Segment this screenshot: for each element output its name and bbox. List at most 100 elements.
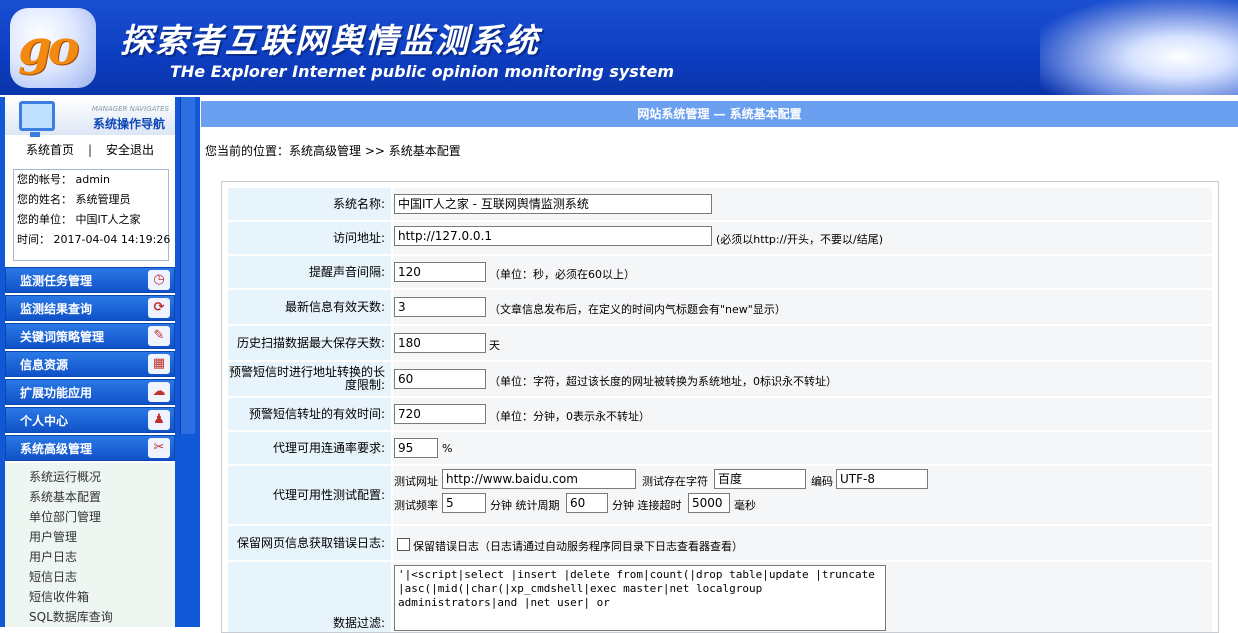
value-cell: 中国IT人之家 - 互联网舆情监测系统 [393, 188, 1212, 220]
label-proxy-test: 代理可用性测试配置: [228, 466, 391, 524]
edit-icon: ✎ [148, 326, 170, 346]
main-content: 网站系统管理 — 系统基本配置 您当前的位置：系统高级管理 >> 系统基本配置 … [201, 97, 1238, 633]
row-proxy-rate: 代理可用连通率要求: 95 % [228, 432, 1212, 464]
access-url-note: (必须以http://开头，不要以/结尾) [716, 233, 883, 246]
system-name-input[interactable]: 中国IT人之家 - 互联网舆情监测系统 [394, 194, 712, 214]
test-url-label: 测试网址 [394, 475, 438, 488]
menu-personal-center[interactable]: 个人中心 ♟ [5, 407, 175, 433]
row-keep-days: 历史扫描数据最大保存天数: 180 天 [228, 326, 1212, 360]
picture-icon: ▦ [148, 354, 170, 374]
label-valid-days: 最新信息有效天数: [228, 290, 391, 324]
go-logo: go [10, 8, 96, 88]
menu-label: 监测结果查询 [20, 302, 93, 316]
breadcrumb: 您当前的位置：系统高级管理 >> 系统基本配置 [205, 144, 461, 158]
data-filter-textarea[interactable]: '|<script|select |insert |delete from|co… [394, 565, 886, 631]
value-cell: 95 % [393, 432, 1212, 464]
menu-monitor-tasks[interactable]: 监测任务管理 ◷ [5, 267, 175, 293]
menu-label: 监测任务管理 [20, 274, 93, 288]
row-keep-error-log: 保留网页信息获取错误日志: 保留错误日志（日志请通过自动服务程序同目录下日志查看… [228, 526, 1212, 560]
menu-label: 系统高级管理 [20, 442, 93, 456]
keep-days-input[interactable]: 180 [394, 333, 486, 353]
label-keep-error-log: 保留网页信息获取错误日志: [228, 526, 391, 560]
nav-header: MANAGER NAVIGATES 系统操作导航 [5, 97, 175, 137]
submenu-item-overview[interactable]: 系统运行概况 [5, 467, 175, 487]
value-cell: http://127.0.0.1 (必须以http://开头，不要以/结尾) [393, 222, 1212, 254]
timeout-input[interactable]: 5000 [688, 493, 730, 513]
logout-link[interactable]: 安全退出 [106, 141, 154, 158]
refresh-icon: ⟳ [148, 298, 170, 318]
advanced-admin-submenu: 系统运行概况 系统基本配置 单位部门管理 用户管理 用户日志 短信日志 短信收件… [5, 463, 175, 627]
page-title: 网站系统管理 — 系统基本配置 [201, 101, 1238, 127]
keep-error-log-text: 保留错误日志（日志请通过自动服务程序同目录下日志查看器查看） [413, 540, 743, 553]
row-beep-interval: 提醒声音间隔: 120 （单位：秒，必须在60以上） [228, 256, 1212, 288]
sms-valid-time-input[interactable]: 720 [394, 404, 486, 424]
keep-days-unit: 天 [489, 339, 500, 352]
cloud-icon: ☁ [148, 382, 170, 402]
config-form: 系统名称: 中国IT人之家 - 互联网舆情监测系统 访问地址: http://1… [221, 181, 1219, 633]
test-string-input[interactable]: 百度 [714, 469, 806, 489]
sidebar-panel: MANAGER NAVIGATES 系统操作导航 系统首页 | 安全退出 您的帐号：… [5, 97, 175, 627]
user-unit: 您的单位： 中国IT人之家 [17, 213, 141, 226]
row-access-url: 访问地址: http://127.0.0.1 (必须以http://开头，不要以… [228, 222, 1212, 254]
app-header: go 探索者互联网舆情监测系统 THe Explorer Internet pu… [0, 0, 1238, 95]
sms-valid-time-note: （单位：分钟，0表示永不转址） [489, 410, 650, 423]
logo-text: go [18, 20, 80, 76]
submenu-item-departments[interactable]: 单位部门管理 [5, 507, 175, 527]
encoding-input[interactable]: UTF-8 [836, 469, 928, 489]
menu-advanced-admin[interactable]: 系统高级管理 ✂ [5, 435, 175, 461]
app-subtitle: THe Explorer Internet public opinion mon… [170, 62, 674, 81]
row-proxy-test: 代理可用性测试配置: 测试网址 http://www.baidu.com 测试存… [228, 466, 1212, 524]
submenu-item-basic-config[interactable]: 系统基本配置 [5, 487, 175, 507]
monitor-icon [19, 101, 55, 137]
period-label: 分钟 统计周期 [490, 499, 560, 512]
valid-days-input[interactable]: 3 [394, 297, 486, 317]
row-sms-valid-time: 预警短信转址的有效时间: 720 （单位：分钟，0表示永不转址） [228, 398, 1212, 430]
valid-days-note: （文章信息发布后，在定义的时间内气标题会有"new"显示） [489, 303, 786, 316]
row-system-name: 系统名称: 中国IT人之家 - 互联网舆情监测系统 [228, 188, 1212, 220]
value-cell: 保留错误日志（日志请通过自动服务程序同目录下日志查看器查看） [393, 526, 1212, 560]
test-frequency-input[interactable]: 5 [442, 493, 486, 513]
nav-caption-en: MANAGER NAVIGATES [91, 105, 169, 113]
proxy-rate-input[interactable]: 95 [394, 438, 438, 458]
sidebar-scrollbar[interactable] [180, 97, 195, 434]
proxy-rate-unit: % [442, 442, 453, 455]
label-data-filter: 数据过滤: [228, 562, 391, 632]
user-account: 您的帐号： admin [17, 173, 110, 186]
beep-interval-note: （单位：秒，必须在60以上） [489, 268, 635, 281]
test-frequency-label: 测试频率 [394, 499, 438, 512]
submenu-item-sms-log[interactable]: 短信日志 [5, 567, 175, 587]
encoding-label: 编码 [811, 475, 833, 488]
submenu-item-sql-query[interactable]: SQL数据库查询 [5, 607, 175, 627]
access-url-input[interactable]: http://127.0.0.1 [394, 226, 712, 246]
label-access-url: 访问地址: [228, 222, 391, 254]
menu-keyword-policy[interactable]: 关键词策略管理 ✎ [5, 323, 175, 349]
test-url-input[interactable]: http://www.baidu.com [442, 469, 636, 489]
label-keep-days: 历史扫描数据最大保存天数: [228, 326, 391, 360]
menu-info-resources[interactable]: 信息资源 ▦ [5, 351, 175, 377]
menu-monitor-results[interactable]: 监测结果查询 ⟳ [5, 295, 175, 321]
submenu-item-user-log[interactable]: 用户日志 [5, 547, 175, 567]
menu-label: 关键词策略管理 [20, 330, 105, 344]
menu-label: 信息资源 [20, 358, 69, 372]
submenu-item-users[interactable]: 用户管理 [5, 527, 175, 547]
menu-extensions[interactable]: 扩展功能应用 ☁ [5, 379, 175, 405]
row-data-filter: 数据过滤: '|<script|select |insert |delete f… [228, 562, 1212, 632]
row-sms-length: 预警短信时进行地址转换的长度限制: 60 （单位：字符，超过该长度的网址被转换为… [228, 362, 1212, 396]
beep-interval-input[interactable]: 120 [394, 262, 486, 282]
keep-error-log-checkbox[interactable] [397, 538, 410, 551]
value-cell: '|<script|select |insert |delete from|co… [393, 562, 1212, 632]
main-menu: 监测任务管理 ◷ 监测结果查询 ⟳ 关键词策略管理 ✎ 信息资源 ▦ 扩展功能应用 ☁ 个… [5, 267, 175, 627]
value-cell: 测试网址 http://www.baidu.com 测试存在字符 百度 编码 U… [393, 466, 1212, 524]
value-cell: 180 天 [393, 326, 1212, 360]
tools-icon: ✂ [148, 438, 170, 458]
nav-title: 系统操作导航 [92, 117, 165, 131]
value-cell: 720 （单位：分钟，0表示永不转址） [393, 398, 1212, 430]
period-input[interactable]: 60 [566, 493, 608, 513]
value-cell: 3 （文章信息发布后，在定义的时间内气标题会有"new"显示） [393, 290, 1212, 324]
test-string-label: 测试存在字符 [642, 475, 708, 488]
label-proxy-rate: 代理可用连通率要求: [228, 432, 391, 464]
home-link[interactable]: 系统首页 [26, 141, 74, 158]
submenu-item-sms-inbox[interactable]: 短信收件箱 [5, 587, 175, 607]
sms-length-input[interactable]: 60 [394, 369, 486, 389]
sms-length-note: （单位：字符，超过该长度的网址被转换为系统地址，0标识永不转址） [489, 375, 837, 388]
